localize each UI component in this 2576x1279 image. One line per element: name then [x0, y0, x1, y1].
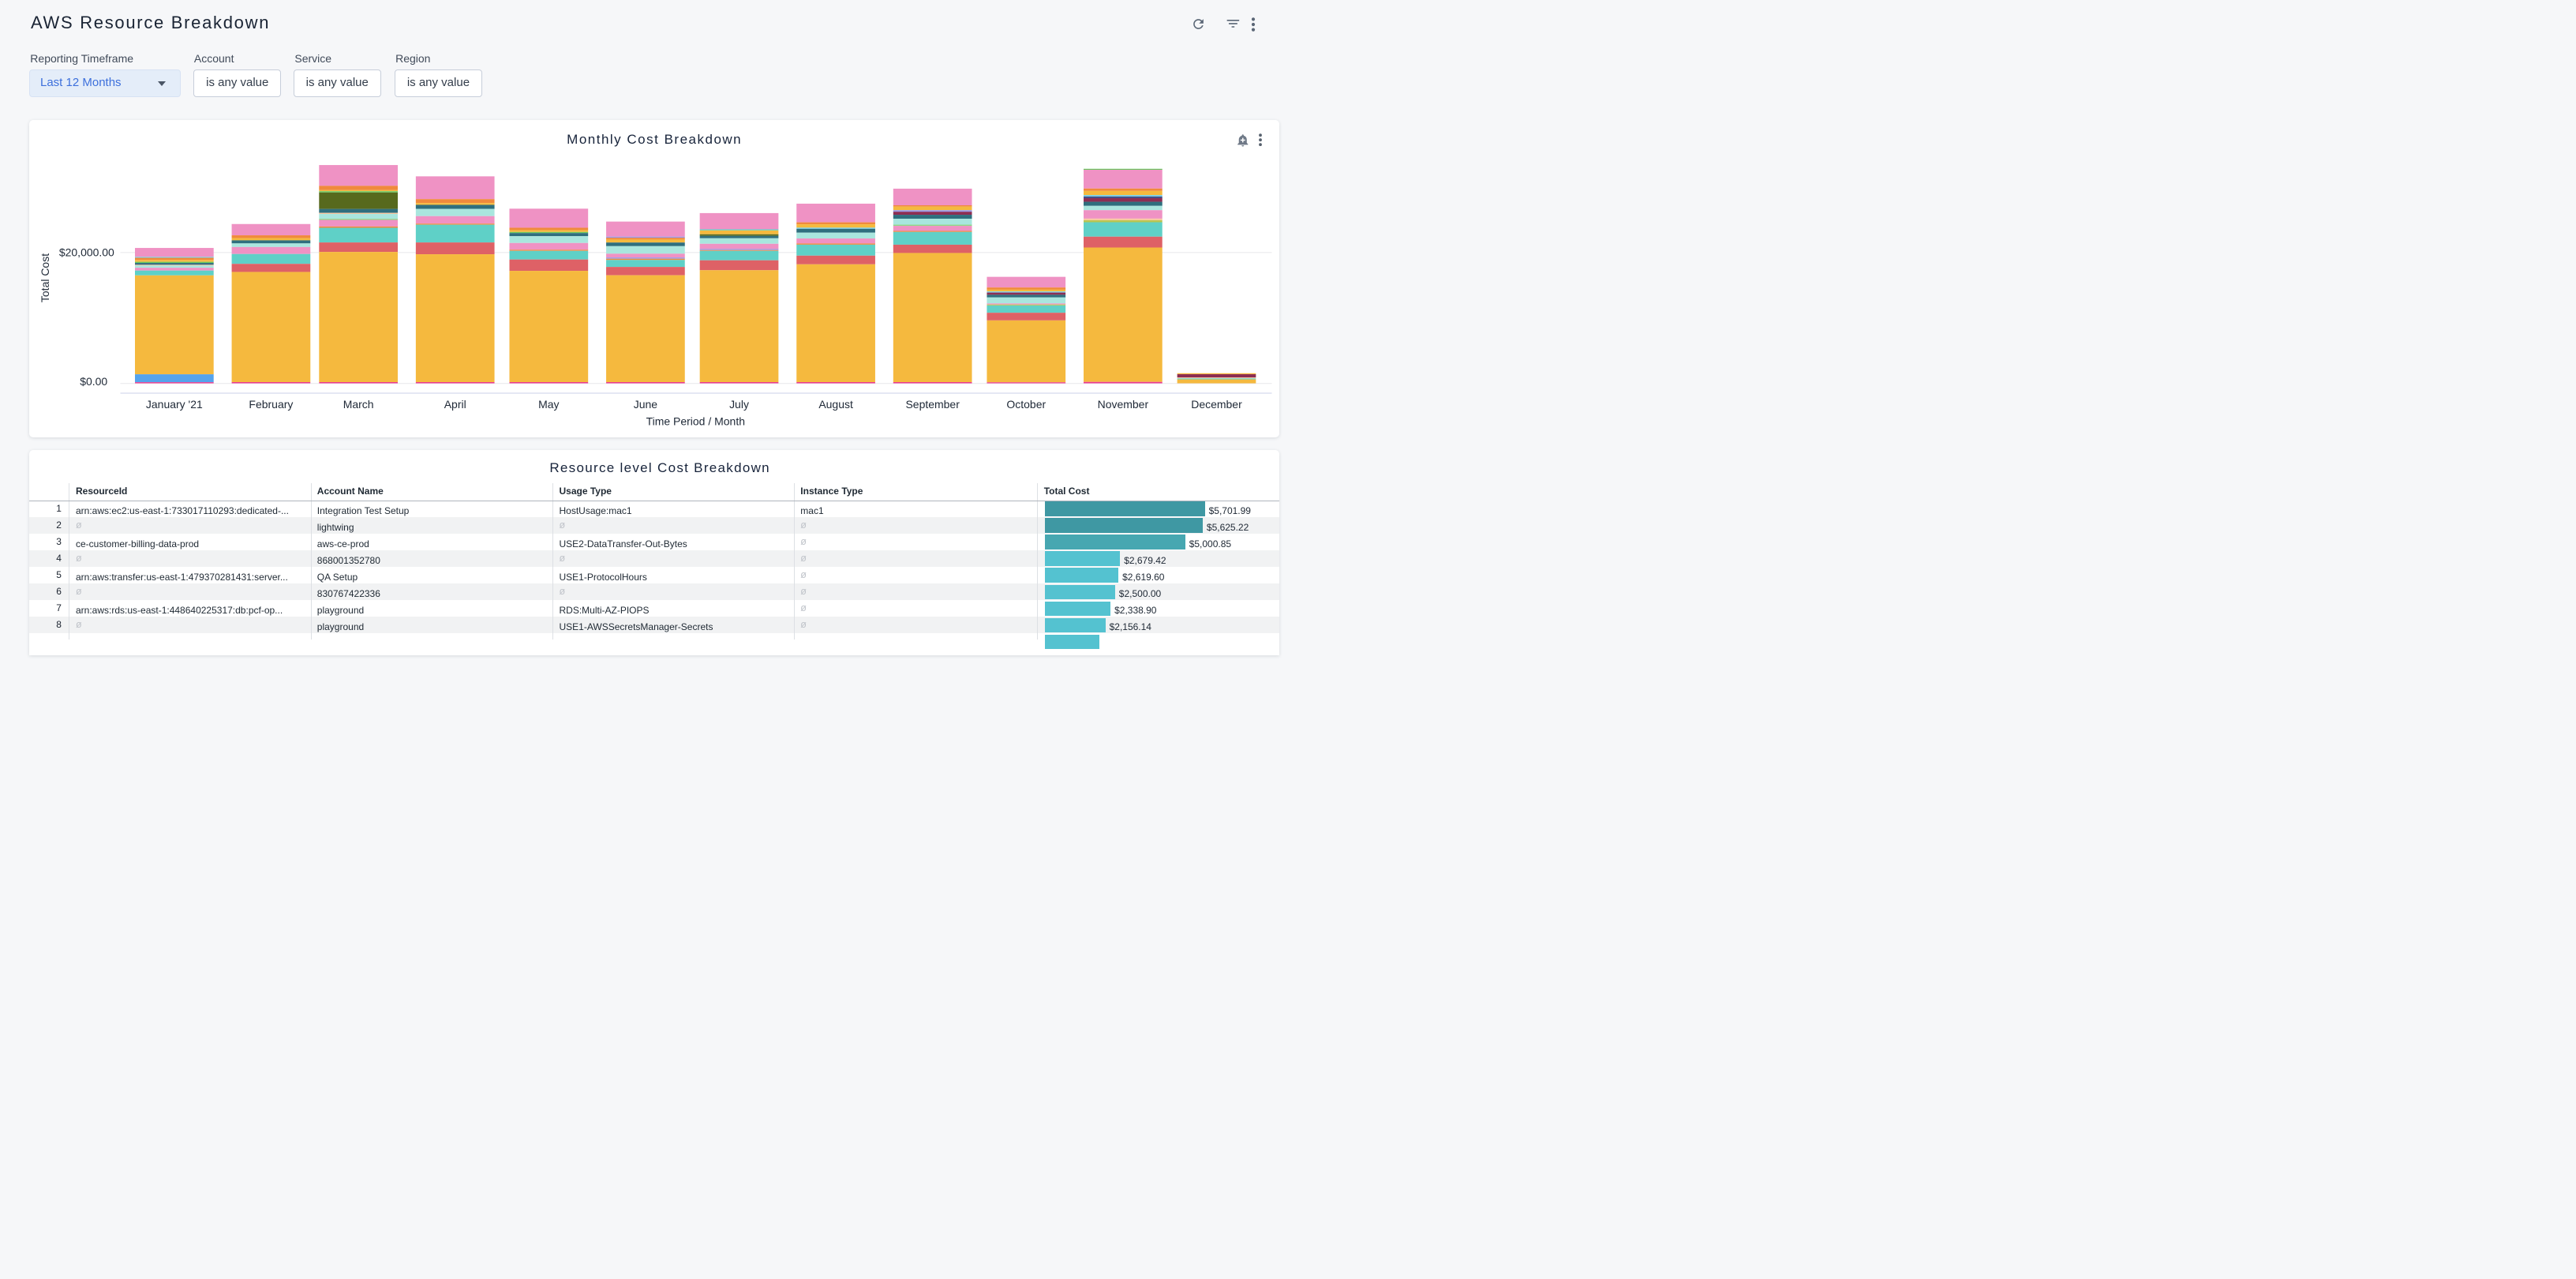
svg-text:April: April — [444, 398, 466, 411]
svg-text:January '21: January '21 — [146, 398, 203, 411]
svg-text:September: September — [905, 398, 960, 411]
svg-text:$0.00: $0.00 — [80, 375, 107, 388]
svg-text:June: June — [634, 398, 658, 411]
svg-text:May: May — [538, 398, 559, 411]
svg-text:March: March — [343, 398, 374, 411]
svg-text:$20,000.00: $20,000.00 — [59, 246, 114, 259]
svg-text:Time Period / Month: Time Period / Month — [646, 414, 745, 427]
svg-text:November: November — [1098, 398, 1149, 411]
svg-text:July: July — [729, 398, 749, 411]
svg-text:August: August — [818, 398, 853, 411]
svg-text:February: February — [249, 398, 293, 411]
svg-text:December: December — [1191, 398, 1242, 411]
svg-text:Total Cost: Total Cost — [39, 253, 51, 302]
svg-text:October: October — [1006, 398, 1046, 411]
